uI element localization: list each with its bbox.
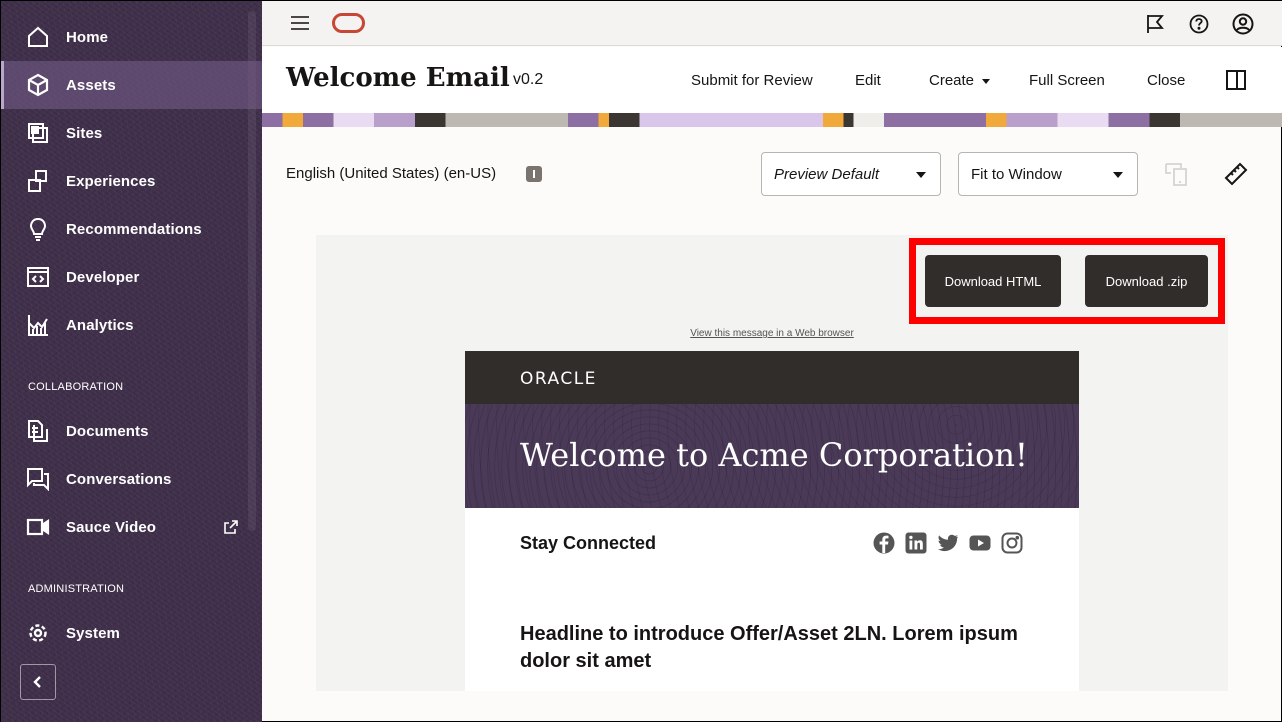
- sidebar-item-assets[interactable]: Assets: [1, 61, 262, 109]
- sidebar-item-developer[interactable]: Developer: [1, 253, 262, 301]
- create-label: Create: [929, 72, 975, 89]
- side-panel-toggle-icon[interactable]: [1226, 70, 1246, 90]
- chevron-left-icon: [33, 676, 41, 688]
- stay-connected-label: Stay Connected: [520, 533, 657, 553]
- preview-area: Download HTML Download .zip View this me…: [316, 235, 1228, 691]
- edit-button[interactable]: Edit: [855, 72, 881, 89]
- help-icon[interactable]: [1188, 13, 1210, 35]
- email-hero: Welcome to Acme Corporation!: [465, 404, 1079, 508]
- documents-icon: [26, 419, 50, 443]
- select-value: Preview Default: [774, 166, 880, 183]
- hamburger-icon[interactable]: [291, 15, 309, 31]
- caret-down-icon: [1113, 172, 1123, 178]
- twitter-icon[interactable]: [937, 532, 959, 554]
- cube-icon: [26, 73, 50, 97]
- download-html-button[interactable]: Download HTML: [925, 255, 1061, 307]
- section-heading-collaboration: COLLABORATION: [28, 381, 124, 393]
- conversations-icon: [26, 467, 50, 491]
- oracle-logo[interactable]: [332, 13, 365, 33]
- facebook-icon[interactable]: [873, 532, 895, 554]
- sidebar-item-recommendations[interactable]: Recommendations: [1, 205, 262, 253]
- experiences-icon: [26, 169, 50, 193]
- submit-for-review-button[interactable]: Submit for Review: [691, 72, 813, 89]
- sidebar-item-home[interactable]: Home: [1, 13, 262, 61]
- linkedin-icon[interactable]: [905, 532, 927, 554]
- email-header: ORACLE: [465, 351, 1079, 404]
- sidebar-item-label: Developer: [66, 268, 140, 286]
- sidebar-item-label: Assets: [66, 76, 116, 94]
- sidebar-item-label: Conversations: [66, 470, 172, 488]
- instagram-icon[interactable]: [1001, 532, 1023, 554]
- decorative-banner: [262, 113, 1282, 127]
- email-headline: Headline to introduce Offer/Asset 2LN. L…: [520, 623, 1018, 672]
- code-window-icon: [26, 265, 50, 289]
- sidebar-item-label: Analytics: [66, 316, 134, 334]
- version-label: v0.2: [513, 71, 544, 88]
- lightbulb-icon: [26, 217, 50, 241]
- flag-icon[interactable]: [1144, 13, 1166, 35]
- caret-down-icon: [916, 172, 926, 178]
- view-in-browser-link[interactable]: View this message in a Web browser: [316, 328, 1228, 339]
- locale-info-badge: [526, 166, 542, 182]
- user-avatar-icon[interactable]: [1232, 13, 1254, 35]
- sidebar-item-label: Experiences: [66, 172, 156, 190]
- full-screen-button[interactable]: Full Screen: [1029, 72, 1105, 89]
- section-heading-administration: ADMINISTRATION: [28, 583, 125, 595]
- ruler-icon[interactable]: [1223, 161, 1249, 187]
- gear-icon: [26, 621, 50, 645]
- title-bar: Welcome Email v0.2 Submit for Review Edi…: [262, 47, 1282, 113]
- sidebar-item-sauce-video[interactable]: Sauce Video: [1, 503, 262, 551]
- sidebar-item-label: Sites: [66, 124, 103, 142]
- page-title: Welcome Email: [286, 63, 510, 93]
- video-camera-icon: [26, 515, 50, 539]
- device-preview-icon[interactable]: [1164, 161, 1190, 187]
- close-button[interactable]: Close: [1147, 72, 1185, 89]
- sidebar-item-label: Home: [66, 28, 109, 46]
- oracle-wordmark: ORACLE: [520, 369, 597, 389]
- youtube-icon[interactable]: [969, 532, 991, 554]
- top-bar: [262, 1, 1282, 46]
- collapse-sidebar-button[interactable]: [20, 664, 56, 700]
- download-zip-button[interactable]: Download .zip: [1085, 255, 1208, 307]
- analytics-icon: [26, 313, 50, 337]
- hero-title: Welcome to Acme Corporation!: [520, 436, 1028, 474]
- select-value: Fit to Window: [971, 166, 1062, 183]
- external-link-icon: [223, 519, 239, 535]
- zoom-select[interactable]: Fit to Window: [958, 152, 1138, 196]
- preview-layout-select[interactable]: Preview Default: [761, 152, 941, 196]
- sidebar-item-experiences[interactable]: Experiences: [1, 157, 262, 205]
- create-menu-button[interactable]: Create: [929, 72, 991, 89]
- sidebar-item-label: System: [66, 624, 120, 642]
- sidebar-item-label: Sauce Video: [66, 518, 157, 536]
- email-preview: ORACLE Welcome to Acme Corporation! Stay…: [465, 351, 1079, 691]
- sidebar: Home Assets Sites Experiences Recommenda…: [1, 1, 262, 722]
- sidebar-item-label: Documents: [66, 422, 149, 440]
- sidebar-item-documents[interactable]: Documents: [1, 407, 262, 455]
- caret-down-icon: [982, 78, 991, 84]
- sites-icon: [26, 121, 50, 145]
- sidebar-item-label: Recommendations: [66, 220, 202, 238]
- sidebar-item-sites[interactable]: Sites: [1, 109, 262, 157]
- sidebar-item-system[interactable]: System: [1, 609, 262, 657]
- home-icon: [26, 25, 50, 49]
- sidebar-item-conversations[interactable]: Conversations: [1, 455, 262, 503]
- locale-label: English (United States) (en-US): [286, 165, 497, 182]
- sidebar-item-analytics[interactable]: Analytics: [1, 301, 262, 349]
